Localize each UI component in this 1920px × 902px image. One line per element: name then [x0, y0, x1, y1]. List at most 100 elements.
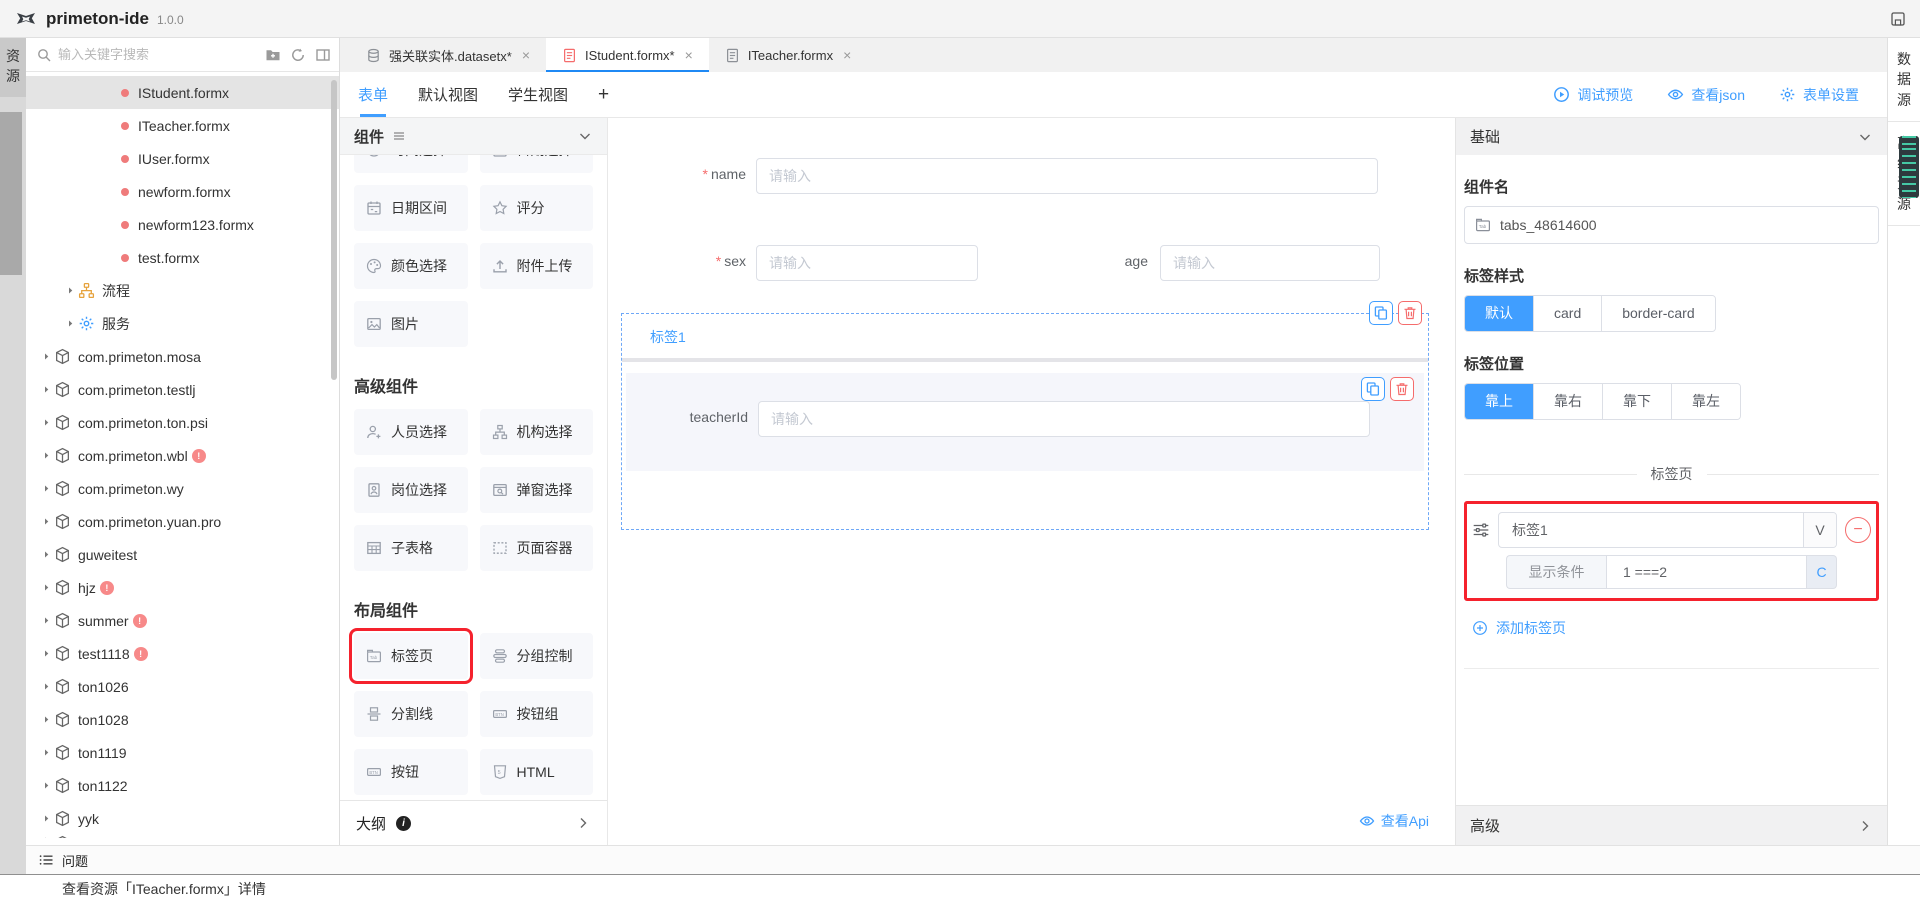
tree-item[interactable]: ton1026	[26, 670, 339, 703]
canvas-tab-label[interactable]: 标签1	[650, 327, 686, 347]
component-name-field[interactable]: Tab tabs_48614600	[1464, 206, 1879, 244]
sliders-icon[interactable]	[1472, 521, 1490, 539]
palette-item-弹窗选择[interactable]: 弹窗选择	[480, 467, 594, 513]
tab-page-name-field[interactable]: 标签1 V	[1498, 512, 1837, 548]
palette-item-图片[interactable]: 图片	[354, 301, 468, 347]
tree-item[interactable]: newform.formx	[26, 175, 339, 208]
palette-item-页面容器[interactable]: 页面容器	[480, 525, 594, 571]
problems-bar[interactable]: 问题	[26, 845, 1920, 874]
tree-item[interactable]	[26, 835, 339, 838]
tree-item[interactable]: yyk	[26, 802, 339, 835]
palette-item-按钮组[interactable]: BTN按钮组	[480, 691, 594, 737]
palette-item-附件上传[interactable]: 附件上传	[480, 243, 594, 289]
resources-vertical-tab[interactable]: 资源	[0, 38, 26, 97]
palette-item-HTML[interactable]: 5HTML	[480, 749, 594, 795]
header-action-表单设置[interactable]: 表单设置	[1779, 85, 1859, 105]
tree-scrollbar[interactable]	[331, 80, 337, 380]
palette-header[interactable]: 组件	[340, 118, 607, 155]
save-icon[interactable]	[1890, 11, 1906, 27]
tree-item[interactable]: com.primeton.ton.psi	[26, 406, 339, 439]
tree-item[interactable]: hjz!	[26, 571, 339, 604]
tree-item[interactable]: ton1119	[26, 736, 339, 769]
tree-item[interactable]: test1118!	[26, 637, 339, 670]
view-tab-学生视图[interactable]: 学生视图	[508, 72, 568, 117]
tree-item[interactable]: 服务	[26, 307, 339, 340]
tab-position-option-靠左[interactable]: 靠左	[1672, 384, 1740, 419]
collapse-panel-icon[interactable]	[315, 47, 331, 63]
tree-item[interactable]: 流程	[26, 274, 339, 307]
chevron-down-icon[interactable]	[1857, 129, 1873, 145]
delete-component-button[interactable]	[1390, 377, 1414, 401]
tree-item[interactable]: IUser.formx	[26, 142, 339, 175]
field-input-name[interactable]: 请输入	[756, 158, 1378, 194]
right-strip-tab-离线资源[interactable]: 离线资源	[1888, 122, 1920, 226]
palette-item-日期选择[interactable]: 日期选择	[480, 155, 594, 173]
tree-item[interactable]: test.formx	[26, 241, 339, 274]
view-api-link[interactable]: 查看Api	[1359, 811, 1429, 831]
tree-item[interactable]: com.primeton.wy	[26, 472, 339, 505]
palette-item-子表格[interactable]: 子表格	[354, 525, 468, 571]
palette-item-颜色选择[interactable]: 颜色选择	[354, 243, 468, 289]
refresh-icon[interactable]	[290, 47, 306, 63]
document-tab[interactable]: ITeacher.formx×	[709, 38, 867, 72]
view-tab-表单[interactable]: 表单	[358, 72, 388, 117]
field-input-teacherId[interactable]: 请输入	[758, 401, 1370, 437]
header-action-调试预览[interactable]: 调试预览	[1553, 85, 1633, 105]
tab-position-option-靠右[interactable]: 靠右	[1534, 384, 1603, 419]
close-icon[interactable]: ×	[685, 47, 693, 63]
add-view-tab-button[interactable]: +	[598, 84, 609, 106]
field-input-sex[interactable]: 请输入	[756, 245, 978, 281]
copy-component-button[interactable]	[1361, 377, 1385, 401]
view-tab-默认视图[interactable]: 默认视图	[418, 72, 478, 117]
tree-item[interactable]: ITeacher.formx	[26, 109, 339, 142]
tab-style-option-card[interactable]: card	[1534, 296, 1602, 331]
palette-item-机构选择[interactable]: 机构选择	[480, 409, 594, 455]
tab-style-option-默认[interactable]: 默认	[1465, 296, 1534, 331]
palette-item-岗位选择[interactable]: 岗位选择	[354, 467, 468, 513]
palette-item-分组控制[interactable]: 分组控制	[480, 633, 594, 679]
palette-item-人员选择[interactable]: 人员选择	[354, 409, 468, 455]
add-tab-page-link[interactable]: 添加标签页	[1472, 618, 1879, 638]
right-strip-tab-数据源[interactable]: 数据源	[1888, 38, 1920, 122]
copy-component-button[interactable]	[1369, 301, 1393, 325]
tabs-component-selection[interactable]: 标签1 teacherId 请输入	[621, 313, 1429, 530]
palette-item-日期区间[interactable]: 日期区间	[354, 185, 468, 231]
tree-item[interactable]: com.primeton.wbl!	[26, 439, 339, 472]
document-tab[interactable]: IStudent.formx*×	[546, 38, 709, 72]
close-icon[interactable]: ×	[843, 47, 851, 63]
outline-bar[interactable]: 大纲 i	[340, 800, 607, 845]
tab-position-option-靠下[interactable]: 靠下	[1603, 384, 1672, 419]
search-input[interactable]	[58, 47, 265, 62]
palette-item-按钮[interactable]: BTN按钮	[354, 749, 468, 795]
field-row-teacherId[interactable]: teacherId 请输入	[626, 373, 1424, 471]
close-icon[interactable]: ×	[522, 47, 530, 63]
header-action-查看json[interactable]: 查看json	[1667, 85, 1745, 105]
tree-item[interactable]: ton1122	[26, 769, 339, 802]
palette-item-评分[interactable]: 评分	[480, 185, 594, 231]
palette-item-分割线[interactable]: 分割线	[354, 691, 468, 737]
display-condition-input[interactable]: 1 ===2	[1606, 555, 1807, 589]
new-folder-icon[interactable]	[265, 47, 281, 63]
document-tab[interactable]: 强关联实体.datasetx*×	[350, 38, 546, 72]
advanced-section-header[interactable]: 高级	[1456, 805, 1887, 845]
tree-item[interactable]: com.primeton.mosa	[26, 340, 339, 373]
remove-tab-page-button[interactable]: −	[1845, 517, 1871, 543]
base-section-header[interactable]: 基础	[1456, 118, 1887, 155]
chevron-down-icon[interactable]	[577, 128, 593, 144]
tab-page-dropdown-button[interactable]: V	[1803, 513, 1836, 547]
palette-item-标签页[interactable]: Tab标签页	[354, 633, 468, 679]
field-input-age[interactable]: 请输入	[1160, 245, 1380, 281]
tab-position-option-靠上[interactable]: 靠上	[1465, 384, 1534, 419]
tab-style-option-border-card[interactable]: border-card	[1602, 296, 1714, 331]
tree-item[interactable]: newform123.formx	[26, 208, 339, 241]
chevron-right-icon[interactable]	[575, 815, 591, 831]
condition-code-button[interactable]: C	[1807, 555, 1837, 589]
chevron-right-icon[interactable]	[1857, 818, 1873, 834]
tree-item[interactable]: guweitest	[26, 538, 339, 571]
tree-item[interactable]: summer!	[26, 604, 339, 637]
tree-item[interactable]: com.primeton.testlj	[26, 373, 339, 406]
left-strip-scroll-thumb[interactable]	[0, 112, 22, 275]
delete-component-button[interactable]	[1398, 301, 1422, 325]
tree-item[interactable]: ton1028	[26, 703, 339, 736]
tree-item[interactable]: IStudent.formx	[26, 76, 339, 109]
